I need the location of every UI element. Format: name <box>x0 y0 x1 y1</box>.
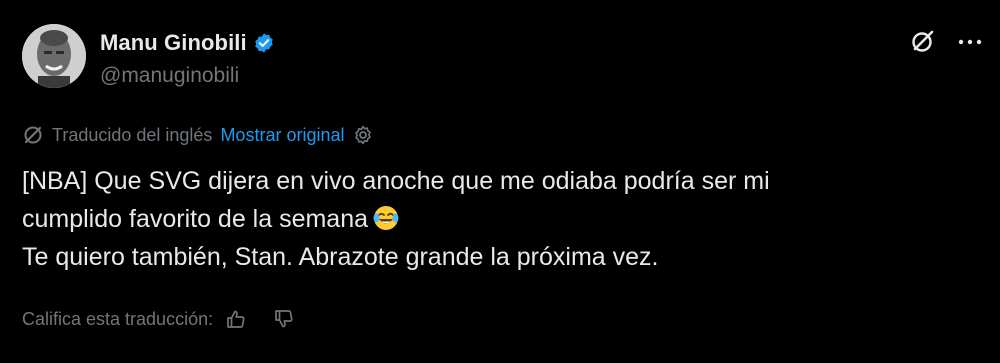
translation-bar: Traducido del inglés Mostrar original <box>22 124 374 146</box>
grok-icon[interactable] <box>910 28 936 54</box>
avatar[interactable] <box>22 24 86 88</box>
tweet-line-3: Te quiero también, Stan. Abrazote grande… <box>22 243 659 271</box>
tweet-text: [NBA] Que SVG dijera en vivo anoche que … <box>22 162 972 276</box>
more-options-icon[interactable] <box>956 28 984 54</box>
tweet-line-2-wrap: cumplido favorito de la semana <box>22 200 972 238</box>
tweet-line-1: [NBA] Que SVG dijera en vivo anoche que … <box>22 167 770 195</box>
author-name-row: Manu Ginobili <box>100 30 275 56</box>
verified-badge-icon <box>253 32 275 54</box>
thumbs-down-icon[interactable] <box>273 308 295 330</box>
rate-translation-label: Califica esta traducción: <box>22 308 214 329</box>
show-original-link[interactable]: Mostrar original <box>220 125 344 146</box>
face-with-tears-of-joy-icon <box>372 204 400 232</box>
translated-from-label: Traducido del inglés <box>52 124 213 145</box>
author-name[interactable]: Manu Ginobili <box>100 30 247 56</box>
tweet-line-2: cumplido favorito de la semana <box>22 205 369 233</box>
tweet-card: Manu Ginobili @manuginobili Traducido de… <box>0 0 1000 363</box>
gear-icon[interactable] <box>352 124 374 146</box>
thumbs-up-icon[interactable] <box>225 308 247 330</box>
author-handle[interactable]: @manuginobili <box>100 64 239 88</box>
tweet-top-actions <box>910 28 984 54</box>
avatar-image <box>22 24 86 88</box>
rate-translation-row: Califica esta traducción: <box>22 308 295 330</box>
translate-icon <box>22 124 44 146</box>
